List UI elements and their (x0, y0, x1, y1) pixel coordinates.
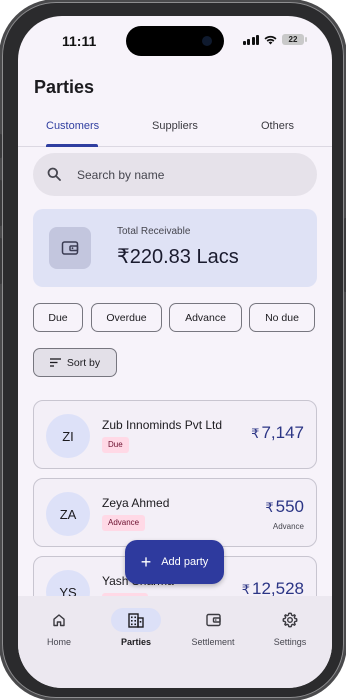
party-name: Zeya Ahmed (102, 496, 170, 510)
nav-home[interactable]: Home (24, 608, 94, 648)
nav-settlement-label: Settlement (191, 637, 235, 647)
nav-parties-label: Parties (120, 637, 152, 647)
party-card[interactable]: ZI Zub Innominds Pvt Ltd Due ₹7,147 (33, 400, 317, 469)
status-badge: Advance (102, 515, 146, 531)
parties-icon (111, 608, 161, 632)
bottom-navigation: Home Parties Settlement Settings (18, 596, 332, 688)
nav-settings-label: Settings (273, 637, 307, 647)
party-name: Zub Innominds Pvt Ltd (102, 418, 223, 432)
gear-icon (265, 608, 315, 632)
tab-indicator (46, 144, 98, 147)
sort-label: Sort by (66, 356, 101, 369)
party-amount: ₹7,147 (251, 423, 304, 443)
status-badge: Due (102, 437, 129, 453)
tab-suppliers[interactable]: Suppliers (152, 120, 198, 132)
tab-others[interactable]: Others (261, 120, 294, 132)
rupee-symbol: ₹ (251, 426, 260, 441)
avatar: ZA (46, 492, 90, 536)
filter-overdue-chip[interactable]: Overdue (91, 303, 162, 332)
status-bar: 11:11 22 (18, 16, 332, 66)
wallet-icon (188, 608, 238, 632)
search-bar[interactable] (33, 153, 317, 196)
wifi-icon (264, 35, 277, 44)
battery-icon: 22 (282, 34, 307, 45)
phone-frame: 11:11 22 Parties Customers Suppliers Oth… (0, 2, 346, 698)
receivable-amount: ₹220.83 Lacs (117, 246, 239, 268)
camera-icon (202, 36, 212, 46)
nav-home-label: Home (46, 637, 71, 647)
nav-settlement[interactable]: Settlement (178, 608, 248, 648)
page-title: Parties (34, 77, 95, 97)
screen: 11:11 22 Parties Customers Suppliers Oth… (18, 16, 332, 688)
mute-switch (0, 134, 2, 158)
add-party-label: Add party (161, 556, 209, 568)
search-icon (47, 167, 61, 181)
filter-chips: Due Overdue Advance No due (33, 303, 317, 333)
volume-up-button (0, 180, 2, 226)
add-party-button[interactable]: + Add party (125, 540, 224, 584)
amount-value: 550 (275, 497, 304, 516)
tab-customers[interactable]: Customers (46, 120, 99, 132)
amount-sublabel: Advance (272, 522, 304, 531)
sort-icon (49, 358, 61, 367)
plus-icon: + (140, 552, 152, 572)
receivable-label: Total Receivable (117, 226, 191, 237)
dynamic-island (126, 26, 224, 56)
nav-parties[interactable]: Parties (101, 608, 171, 648)
home-icon (34, 608, 84, 632)
search-input[interactable] (77, 165, 297, 185)
status-time: 11:11 (62, 33, 97, 49)
total-receivable-card: Total Receivable ₹220.83 Lacs (33, 209, 317, 287)
rupee-symbol: ₹ (241, 582, 250, 597)
sort-by-button[interactable]: Sort by (33, 348, 117, 377)
party-card[interactable]: ZA Zeya Ahmed Advance ₹550 Advance (33, 478, 317, 547)
tab-bar: Customers Suppliers Others (18, 116, 332, 147)
avatar: ZI (46, 414, 90, 458)
filter-no-due-chip[interactable]: No due (249, 303, 315, 332)
wallet-icon (49, 227, 91, 269)
filter-due-chip[interactable]: Due (33, 303, 83, 332)
nav-settings[interactable]: Settings (255, 608, 325, 648)
volume-down-button (0, 238, 2, 284)
party-amount: ₹550 (265, 497, 304, 517)
filter-advance-chip[interactable]: Advance (169, 303, 242, 332)
signal-icon (242, 34, 259, 45)
amount-value: 7,147 (261, 423, 304, 442)
rupee-symbol: ₹ (265, 500, 274, 515)
status-icons: 22 (242, 34, 307, 45)
